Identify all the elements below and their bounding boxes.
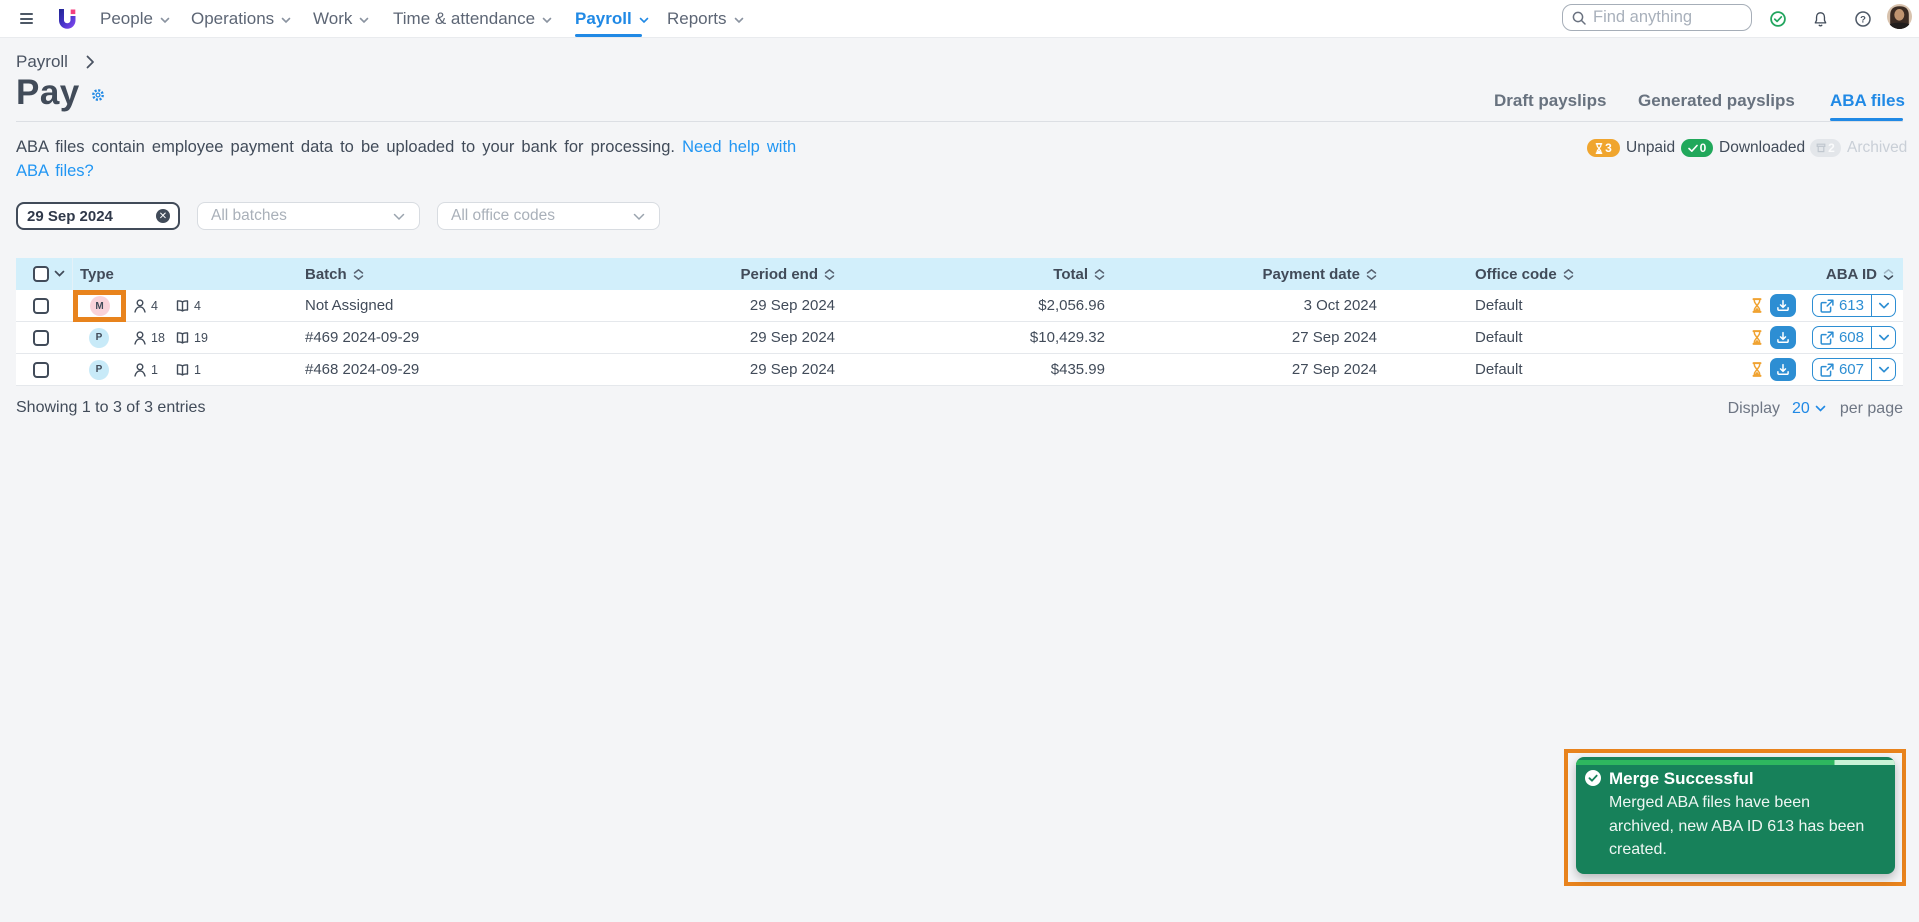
- svg-text:?: ?: [1860, 15, 1866, 26]
